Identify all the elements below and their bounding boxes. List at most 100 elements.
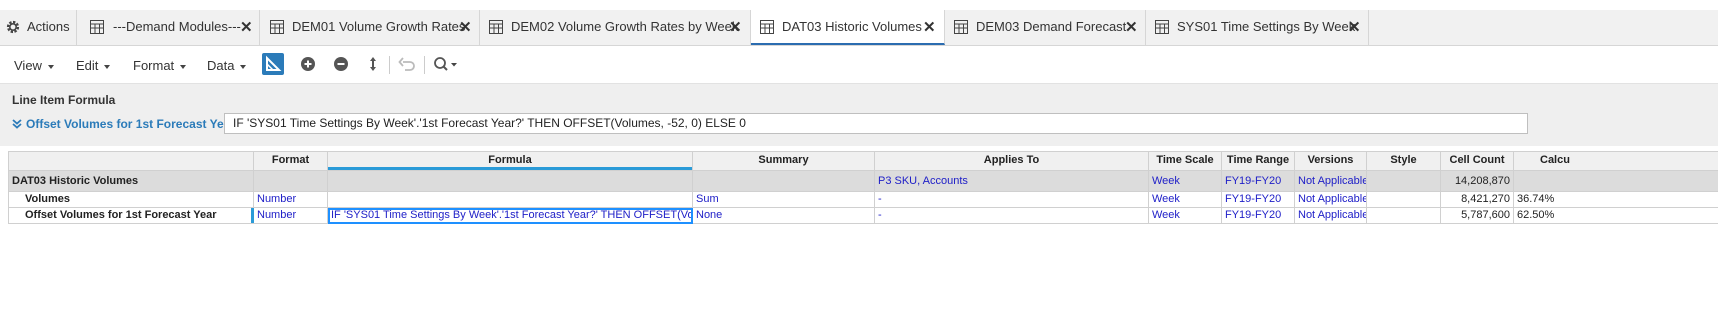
menu-label: Format xyxy=(133,58,175,73)
close-icon[interactable]: ✕ xyxy=(1348,18,1361,36)
add-icon[interactable] xyxy=(298,54,318,74)
tab-label: DEM01 Volume Growth Rates xyxy=(292,19,466,34)
remove-icon[interactable] xyxy=(331,54,351,74)
grid-icon xyxy=(489,20,503,34)
formula-cell[interactable] xyxy=(328,171,693,192)
close-icon[interactable]: ✕ xyxy=(923,18,936,36)
grid-icon xyxy=(270,20,284,34)
blueprint-icon[interactable] xyxy=(262,53,284,75)
tab-actions[interactable]: Actions xyxy=(0,10,77,45)
cell-count-cell: 5,787,600 xyxy=(1441,208,1514,224)
caret-down-icon xyxy=(47,64,54,69)
col-header-style[interactable]: Style xyxy=(1367,151,1441,171)
tab-label: DEM03 Demand Forecast xyxy=(976,19,1127,34)
close-icon[interactable]: ✕ xyxy=(1125,18,1138,36)
menu-label: Edit xyxy=(76,58,99,73)
style-cell[interactable] xyxy=(1367,171,1441,192)
applies-to-cell[interactable]: - xyxy=(875,192,1149,208)
tab-demand-modules[interactable]: ---Demand Modules--- ✕ xyxy=(77,10,260,45)
time-scale-cell[interactable]: Week xyxy=(1149,208,1222,224)
line-item-name[interactable]: Offset Volumes for 1st Forecast Year xyxy=(12,117,235,131)
cell-count-cell: 8,421,270 xyxy=(1441,192,1514,208)
col-header-formula[interactable]: Formula xyxy=(328,151,693,171)
formula-panel-title: Line Item Formula xyxy=(12,93,116,107)
tab-label: DAT03 Historic Volumes xyxy=(782,19,922,34)
menu-label: View xyxy=(14,58,42,73)
col-header-name[interactable] xyxy=(8,151,254,171)
move-icon[interactable] xyxy=(363,54,383,74)
time-scale-cell[interactable]: Week xyxy=(1149,192,1222,208)
menu-label: Data xyxy=(207,58,235,73)
undo-icon[interactable] xyxy=(397,54,417,74)
gear-icon xyxy=(6,20,20,34)
line-item-label: Offset Volumes for 1st Forecast Year xyxy=(26,117,235,131)
close-icon[interactable]: ✕ xyxy=(729,18,742,36)
col-header-time-scale[interactable]: Time Scale xyxy=(1149,151,1222,171)
versions-cell[interactable]: Not Applicable xyxy=(1295,208,1367,224)
formula-cell-selected[interactable]: IF 'SYS01 Time Settings By Week'.'1st Fo… xyxy=(328,208,693,224)
tab-dem02[interactable]: DEM02 Volume Growth Rates by Week ✕ xyxy=(480,10,751,45)
grid-icon xyxy=(90,20,104,34)
time-range-cell[interactable]: FY19-FY20 xyxy=(1222,192,1295,208)
style-cell[interactable] xyxy=(1367,208,1441,224)
time-range-cell[interactable]: FY19-FY20 xyxy=(1222,171,1295,192)
formula-input[interactable]: IF 'SYS01 Time Settings By Week'.'1st Fo… xyxy=(224,113,1528,134)
calculation-cell: 36.74% xyxy=(1514,192,1718,208)
col-header-versions[interactable]: Versions xyxy=(1295,151,1367,171)
menu-data[interactable]: Data xyxy=(207,58,247,73)
tab-label: DEM02 Volume Growth Rates by Week xyxy=(511,19,739,34)
line-item-name-cell[interactable]: Volumes xyxy=(8,192,254,208)
tab-bar: Actions ---Demand Modules--- ✕ DEM01 Vol… xyxy=(0,10,1718,46)
toolbar: View Edit Format Data xyxy=(0,46,1718,84)
calculation-cell xyxy=(1514,171,1718,192)
col-header-calculation[interactable]: Calcu xyxy=(1514,151,1718,171)
formula-panel: Line Item Formula Offset Volumes for 1st… xyxy=(0,84,1718,146)
summary-cell[interactable] xyxy=(693,171,875,192)
tab-label: Actions xyxy=(27,19,70,34)
toolbar-divider xyxy=(389,56,390,74)
formula-cell[interactable] xyxy=(328,192,693,208)
applies-to-cell[interactable]: P3 SKU, Accounts xyxy=(875,171,1149,192)
double-chevron-down-icon[interactable] xyxy=(12,119,22,129)
caret-down-icon xyxy=(180,64,187,69)
time-scale-cell[interactable]: Week xyxy=(1149,171,1222,192)
versions-cell[interactable]: Not Applicable xyxy=(1295,192,1367,208)
grid-icon xyxy=(1155,20,1169,34)
tab-dem03[interactable]: DEM03 Demand Forecast ✕ xyxy=(945,10,1146,45)
tab-sys01[interactable]: SYS01 Time Settings By Week ✕ xyxy=(1146,10,1369,45)
module-name: DAT03 Historic Volumes xyxy=(8,171,254,192)
format-cell[interactable] xyxy=(254,171,328,192)
col-header-cell-count[interactable]: Cell Count xyxy=(1441,151,1514,171)
top-strip xyxy=(0,0,1718,10)
close-icon[interactable]: ✕ xyxy=(240,18,253,36)
caret-down-icon xyxy=(240,64,247,69)
tab-label: ---Demand Modules--- xyxy=(113,19,241,34)
col-header-label: Formula xyxy=(488,154,532,166)
line-item-name-cell[interactable]: Offset Volumes for 1st Forecast Year xyxy=(8,208,254,224)
toolbar-divider xyxy=(424,56,425,74)
summary-cell[interactable]: Sum xyxy=(693,192,875,208)
format-cell[interactable]: Number xyxy=(254,192,328,208)
search-icon[interactable] xyxy=(432,54,460,74)
tab-label: SYS01 Time Settings By Week xyxy=(1177,19,1356,34)
col-header-applies-to[interactable]: Applies To xyxy=(875,151,1149,171)
menu-edit[interactable]: Edit xyxy=(76,58,111,73)
menu-format[interactable]: Format xyxy=(133,58,187,73)
caret-down-icon xyxy=(104,64,111,69)
time-range-cell[interactable]: FY19-FY20 xyxy=(1222,208,1295,224)
col-header-format[interactable]: Format xyxy=(254,151,328,171)
col-header-summary[interactable]: Summary xyxy=(693,151,875,171)
applies-to-cell[interactable]: - xyxy=(875,208,1149,224)
style-cell[interactable] xyxy=(1367,192,1441,208)
format-cell[interactable]: Number xyxy=(254,208,328,224)
grid-icon xyxy=(760,20,774,34)
tab-dem01[interactable]: DEM01 Volume Growth Rates ✕ xyxy=(260,10,480,45)
grid-icon xyxy=(954,20,968,34)
tab-dat03[interactable]: DAT03 Historic Volumes ✕ xyxy=(751,10,945,45)
menu-view[interactable]: View xyxy=(14,58,54,73)
close-icon[interactable]: ✕ xyxy=(459,18,472,36)
calculation-cell: 62.50% xyxy=(1514,208,1718,224)
col-header-time-range[interactable]: Time Range xyxy=(1222,151,1295,171)
summary-cell[interactable]: None xyxy=(693,208,875,224)
versions-cell[interactable]: Not Applicable xyxy=(1295,171,1367,192)
